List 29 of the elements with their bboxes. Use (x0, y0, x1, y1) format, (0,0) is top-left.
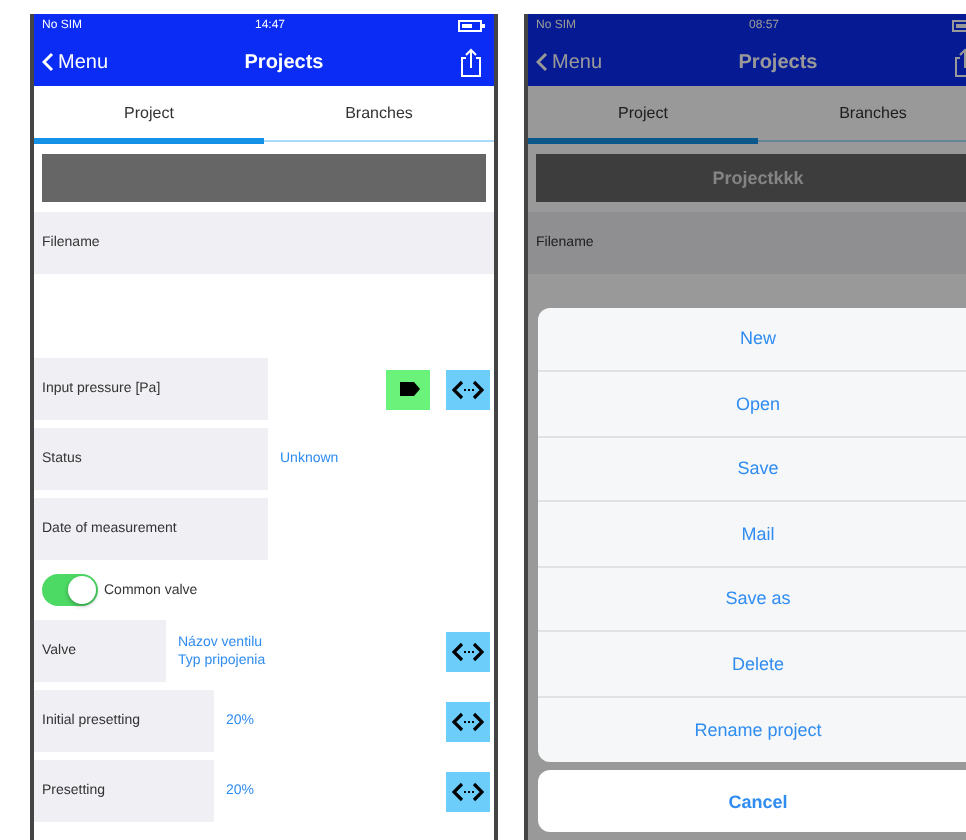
project-name-field[interactable] (42, 154, 486, 202)
screen-title: Projects (244, 51, 324, 73)
back-chevron-icon (536, 52, 548, 72)
swap-button[interactable] (446, 631, 490, 671)
back-chevron-icon (42, 52, 54, 72)
battery-icon (458, 20, 486, 32)
action-sheet-item[interactable]: Save as (538, 567, 966, 632)
action-sheet-item[interactable]: Save (538, 437, 966, 502)
swap-arrows-icon (452, 641, 484, 661)
action-sheet-item[interactable]: Mail (538, 502, 966, 567)
cancel-button[interactable]: Cancel (538, 770, 966, 832)
swap-button[interactable] (446, 701, 490, 741)
action-sheet-item[interactable]: Open (538, 372, 966, 437)
screen-title: Projects (738, 51, 818, 73)
tag-icon (397, 382, 419, 396)
project-name-field[interactable]: Projectkkk (536, 154, 966, 202)
action-sheet-item[interactable]: Rename project (538, 697, 966, 762)
action-sheet-item[interactable]: Delete (538, 632, 966, 697)
swap-arrows-icon (452, 781, 484, 801)
menu-back-button[interactable]: Menu (42, 51, 109, 73)
share-icon[interactable] (459, 47, 482, 77)
menu-back-button[interactable]: Menu (536, 51, 603, 73)
swap-arrows-icon (452, 711, 484, 731)
toggle-switch[interactable] (42, 574, 98, 606)
tag-button[interactable] (386, 369, 430, 409)
swap-button[interactable] (446, 369, 490, 409)
action-sheet-item[interactable]: New (538, 307, 966, 372)
swap-arrows-icon (452, 379, 484, 399)
swap-button[interactable] (446, 771, 490, 811)
